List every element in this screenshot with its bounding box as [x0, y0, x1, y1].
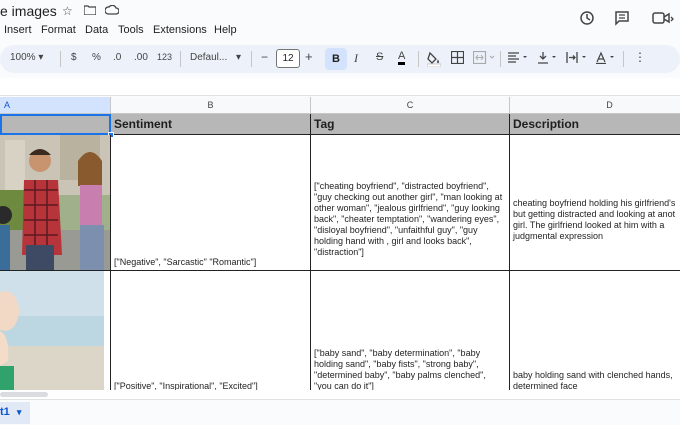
- number-format-button[interactable]: 123: [157, 52, 172, 62]
- text-rotation-icon[interactable]: [596, 51, 618, 67]
- header-cell-description[interactable]: Description: [510, 114, 680, 135]
- spreadsheet-grid: A B C D Sentiment Tag Description ["Nega…: [0, 97, 680, 390]
- title-bar: e images ☆: [0, 0, 680, 26]
- zoom-select[interactable]: 100% ▾: [10, 52, 43, 63]
- cell-description[interactable]: cheating boyfriend holding his girlfrien…: [510, 135, 680, 271]
- increase-decimal-button[interactable]: .00: [134, 52, 148, 63]
- formula-bar[interactable]: [0, 78, 680, 96]
- horizontal-scrollbar[interactable]: [0, 390, 680, 399]
- divider: [418, 51, 419, 67]
- divider: [251, 51, 252, 67]
- header-cell-tag[interactable]: Tag: [311, 114, 510, 135]
- scrollbar-thumb[interactable]: [0, 392, 48, 397]
- selected-cell-outline: [0, 114, 111, 135]
- text-wrap-icon[interactable]: [566, 51, 590, 67]
- decrease-font-size-button[interactable]: −: [261, 50, 268, 64]
- cell-sentiment[interactable]: ["Negative", "Sarcastic" "Romantic"]: [111, 135, 311, 271]
- divider: [623, 51, 624, 67]
- percent-format-button[interactable]: %: [92, 52, 101, 63]
- column-header-a[interactable]: A: [0, 97, 111, 114]
- menu-bar: Insert Format Data Tools Extensions Help: [0, 22, 680, 40]
- sheet-bar: t1 ▾: [0, 399, 680, 425]
- doc-title[interactable]: e images: [0, 3, 57, 19]
- cell-tag[interactable]: ["baby sand", "baby determination", "bab…: [311, 271, 510, 390]
- toolbar: 100% ▾ $ % .0 .00 123 Defaul... ▾ − 12 +…: [0, 45, 680, 73]
- divider: [180, 51, 181, 67]
- cell-tag[interactable]: ["cheating boyfriend", "distracted boyfr…: [311, 135, 510, 271]
- move-folder-icon[interactable]: [83, 4, 97, 18]
- column-header-c[interactable]: C: [311, 97, 510, 114]
- bold-button[interactable]: B: [325, 48, 347, 70]
- chevron-down-icon: ▾: [38, 52, 44, 63]
- font-size-input[interactable]: 12: [276, 49, 300, 68]
- menu-tools[interactable]: Tools: [118, 24, 144, 36]
- chevron-down-icon: ▾: [236, 52, 242, 63]
- cloud-status-icon[interactable]: [104, 4, 120, 18]
- distracted-boyfriend-image: [0, 135, 110, 270]
- text-color-button[interactable]: A: [398, 50, 406, 65]
- decrease-decimal-button[interactable]: .0: [113, 52, 121, 63]
- horizontal-align-icon[interactable]: [508, 51, 530, 67]
- divider: [500, 51, 501, 67]
- menu-format[interactable]: Format: [41, 24, 76, 36]
- currency-format-button[interactable]: $: [71, 52, 77, 63]
- header-cell-sentiment[interactable]: Sentiment: [111, 114, 311, 135]
- star-icon[interactable]: ☆: [62, 4, 73, 18]
- menu-insert[interactable]: Insert: [4, 24, 32, 36]
- increase-font-size-button[interactable]: +: [305, 49, 313, 64]
- menu-help[interactable]: Help: [214, 24, 237, 36]
- font-value: Defaul...: [190, 52, 228, 63]
- sheet-tab-label: t1: [0, 406, 10, 418]
- cell-image[interactable]: [0, 271, 111, 390]
- zoom-value: 100%: [10, 52, 36, 63]
- italic-button[interactable]: I: [354, 51, 358, 66]
- column-header-b[interactable]: B: [111, 97, 311, 114]
- vertical-align-icon[interactable]: [538, 51, 560, 67]
- merge-cells-icon[interactable]: [472, 50, 497, 67]
- cell-image[interactable]: [0, 135, 111, 271]
- strikethrough-button[interactable]: S: [376, 51, 383, 63]
- chevron-down-icon[interactable]: ▾: [17, 407, 22, 417]
- cell-description-text: cheating boyfriend holding his girlfrien…: [513, 197, 678, 241]
- column-header-d[interactable]: D: [510, 97, 680, 114]
- cell-sentiment[interactable]: ["Positive", "Inspirational", "Excited"]: [111, 271, 311, 390]
- borders-icon[interactable]: [450, 50, 465, 67]
- fill-color-icon[interactable]: [426, 51, 442, 70]
- more-options-icon[interactable]: ⋮: [634, 50, 646, 64]
- cell-description[interactable]: baby holding sand with clenched hands, d…: [510, 271, 680, 390]
- cell-description-text: baby holding sand with clenched hands, d…: [513, 370, 673, 390]
- menu-data[interactable]: Data: [85, 24, 108, 36]
- success-baby-image: [0, 271, 110, 390]
- font-select[interactable]: Defaul... ▾: [190, 52, 241, 63]
- sheet-tab[interactable]: t1 ▾: [0, 402, 30, 424]
- menu-extensions[interactable]: Extensions: [153, 24, 207, 36]
- divider: [60, 51, 61, 67]
